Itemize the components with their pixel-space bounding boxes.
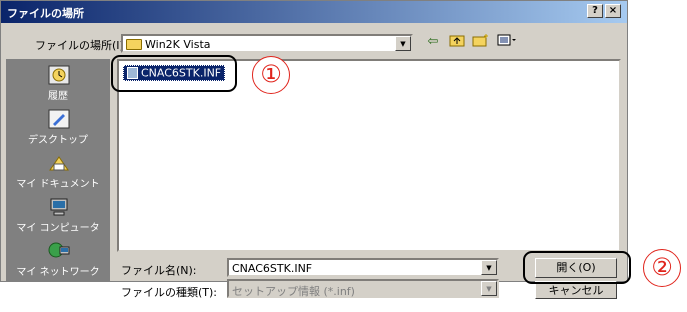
my-network-icon xyxy=(48,242,70,258)
places-label: マイ ネットワーク xyxy=(16,267,100,278)
view-menu-icon[interactable] xyxy=(497,33,517,51)
back-icon[interactable]: ⇦ xyxy=(423,33,443,51)
places-label: マイ ドキュメント xyxy=(16,179,100,190)
places-bar: 履歴 デスクトップ マイ ドキュメント マイ コンピュータ マイ ネットワーク xyxy=(6,59,110,281)
file-name-field[interactable]: CNAC6STK.INF ▼ xyxy=(227,258,499,277)
folder-icon xyxy=(126,39,142,50)
callout-number-1: ① xyxy=(252,56,290,94)
callout-ring-open xyxy=(523,251,631,284)
look-in-dropdown[interactable]: Win2K Vista ▼ xyxy=(121,34,413,53)
window-title: ファイルの場所 xyxy=(7,7,84,20)
places-desktop[interactable]: デスクトップ xyxy=(6,107,110,149)
look-in-value: Win2K Vista xyxy=(145,38,211,51)
places-label: マイ コンピュータ xyxy=(16,223,100,234)
file-type-label: ファイルの種類(T): xyxy=(121,286,218,299)
places-my-network[interactable]: マイ ネットワーク xyxy=(6,239,110,281)
my-computer-icon xyxy=(50,198,68,216)
file-name-value: CNAC6STK.INF xyxy=(232,262,313,275)
places-history[interactable]: 履歴 xyxy=(6,63,110,105)
title-bar[interactable]: ファイルの場所 ? × xyxy=(1,1,627,23)
places-my-documents[interactable]: マイ ドキュメント xyxy=(6,151,110,193)
places-label: 履歴 xyxy=(48,91,68,102)
history-icon xyxy=(48,65,70,85)
close-button[interactable]: × xyxy=(605,4,621,18)
chevron-down-icon[interactable]: ▼ xyxy=(395,36,411,51)
new-folder-icon[interactable] xyxy=(471,33,491,51)
places-my-computer[interactable]: マイ コンピュータ xyxy=(6,195,110,237)
callout-number-2: ② xyxy=(643,249,681,287)
file-type-dropdown[interactable]: セットアップ情報 (*.inf) ▼ xyxy=(227,279,499,298)
desktop-icon xyxy=(48,109,70,129)
chevron-down-icon[interactable]: ▼ xyxy=(481,260,497,275)
file-name-label: ファイル名(N): xyxy=(121,264,197,277)
my-documents-icon xyxy=(49,156,69,171)
places-label: デスクトップ xyxy=(28,135,88,146)
file-open-dialog: ファイルの場所 ? × ファイルの場所(I): Win2K Vista ▼ ⇦ … xyxy=(0,0,628,299)
callout-ring-file xyxy=(111,55,237,92)
look-in-label: ファイルの場所(I): xyxy=(35,39,128,52)
chevron-down-icon[interactable]: ▼ xyxy=(481,281,497,296)
up-folder-icon[interactable] xyxy=(447,33,467,51)
file-type-value: セットアップ情報 (*.inf) xyxy=(232,285,355,298)
help-button[interactable]: ? xyxy=(587,4,603,18)
